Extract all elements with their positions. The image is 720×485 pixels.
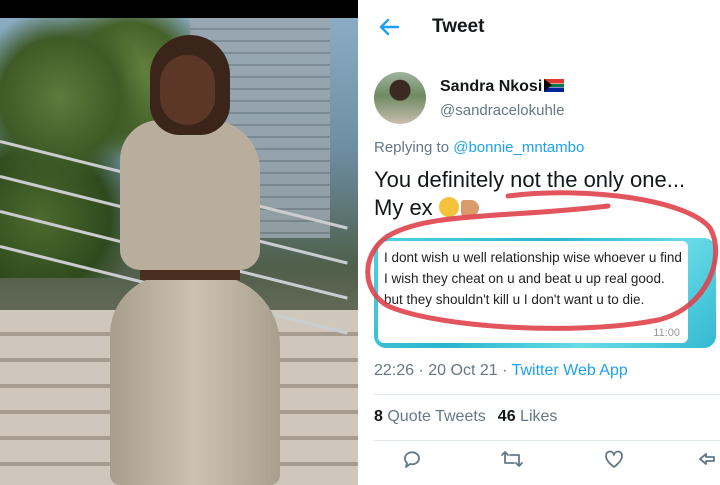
chat-time: 11:00 <box>653 327 680 339</box>
replying-prefix: Replying to <box>374 139 454 156</box>
pointing-hand-emoji-icon <box>460 200 479 216</box>
tweet-time-date: 22:26 · 20 Oct 21 · <box>374 362 512 379</box>
arrow-left-icon[interactable] <box>376 14 402 40</box>
like-icon[interactable] <box>600 448 628 476</box>
author-name[interactable]: Sandra Nkosi <box>440 78 565 96</box>
reply-icon[interactable] <box>398 448 426 476</box>
like-label: Likes <box>520 408 558 425</box>
share-icon[interactable] <box>698 448 718 476</box>
page-title: Tweet <box>432 16 485 37</box>
photo-person-top <box>120 120 260 270</box>
divider <box>374 440 720 441</box>
like-count: 46 <box>497 408 516 425</box>
divider <box>374 394 720 395</box>
tweet-stats: 8 Quote Tweets 46 Likes <box>374 408 557 426</box>
photo-person-legs <box>110 275 280 485</box>
author-display-name: Sandra Nkosi <box>440 78 543 95</box>
chat-bubble: I dont wish u well relationship wise who… <box>378 241 688 343</box>
tweet-text-line2-text: My ex <box>374 195 439 220</box>
tweet-source-link[interactable]: Twitter Web App <box>512 362 628 379</box>
avatar[interactable] <box>374 72 426 124</box>
retweet-icon[interactable] <box>498 448 526 476</box>
chat-message: I dont wish u well relationship wise who… <box>384 250 682 307</box>
tweet-photo[interactable] <box>0 0 358 485</box>
tweet-text-line2: My ex <box>374 194 720 222</box>
tweet-header: Tweet <box>358 0 720 56</box>
tweet-media-screenshot[interactable]: I dont wish u well relationship wise who… <box>374 238 716 348</box>
photo-top-border <box>0 0 358 18</box>
photo-person-face <box>160 55 215 125</box>
smile-emoji-icon <box>438 197 459 217</box>
tweet-panel: Tweet Sandra Nkosi @sandracelokuhle Repl… <box>358 0 720 485</box>
tweet-timestamp: 22:26 · 20 Oct 21 · Twitter Web App <box>374 362 628 380</box>
tweet-text-line1: You definitely not the only one... <box>374 167 686 192</box>
reply-target-link[interactable]: @bonnie_mntambo <box>453 139 584 156</box>
likes-link[interactable]: 46 Likes <box>498 408 558 425</box>
author-handle[interactable]: @sandracelokuhle <box>440 102 564 119</box>
replying-to: Replying to @bonnie_mntambo <box>374 139 584 156</box>
quote-tweets-link[interactable]: 8 Quote Tweets <box>374 408 486 425</box>
south-africa-flag-icon <box>544 79 565 92</box>
quote-label: Quote Tweets <box>387 408 486 425</box>
quote-count: 8 <box>374 408 383 425</box>
tweet-body: You definitely not the only one... My ex <box>374 166 720 222</box>
tweet-actions <box>358 448 720 478</box>
